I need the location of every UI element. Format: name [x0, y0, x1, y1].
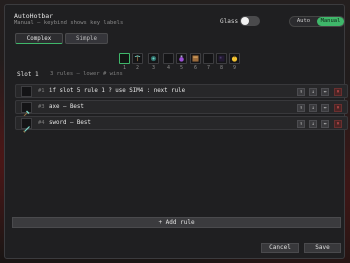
- selected-slot-label: Slot 1: [17, 71, 39, 78]
- move-up-button[interactable]: ↑: [297, 88, 305, 96]
- hotbar-slot-number: 4: [166, 65, 170, 71]
- toggle-knob: [241, 17, 249, 25]
- hotbar-slot-2[interactable]: [132, 53, 143, 64]
- hotbar-slot-5[interactable]: [176, 53, 187, 64]
- delete-rule-button[interactable]: ×: [334, 104, 342, 112]
- cancel-button[interactable]: Cancel: [261, 243, 299, 253]
- rule-row[interactable]: #4 sword — Best ↑ ↓ ↔ ×: [15, 116, 348, 133]
- slot-rule-summary: 3 rules — lower # wins: [50, 71, 123, 77]
- pickaxe-icon: [134, 55, 141, 62]
- rule-index: #3: [38, 104, 45, 110]
- sword-icon: [23, 126, 30, 133]
- move-up-button[interactable]: ↑: [297, 120, 305, 128]
- rule-text: sword — Best: [49, 120, 91, 126]
- hotbar-slot-8[interactable]: [216, 53, 227, 64]
- golden-apple-icon: [231, 55, 238, 62]
- hotbar-slot-4[interactable]: [163, 53, 174, 64]
- hotbar-slot-6[interactable]: [190, 53, 201, 64]
- hotbar-slot-number: 7: [206, 65, 210, 71]
- panel-subtitle: Manual — keybind shows key labels: [14, 20, 124, 26]
- rule-row[interactable]: #1 if slot 5 rule 1 ? use SIM4 : next ru…: [15, 84, 348, 98]
- delete-rule-button[interactable]: ×: [334, 88, 342, 96]
- rule-index: #1: [38, 88, 45, 94]
- tab-simple[interactable]: Simple: [65, 33, 108, 44]
- compass-icon: [150, 55, 157, 62]
- mode-segmented-control: Auto Manual: [289, 16, 345, 27]
- rule-index: #4: [38, 120, 45, 126]
- link-rule-button[interactable]: ↔: [321, 104, 329, 112]
- link-rule-button[interactable]: ↔: [321, 120, 329, 128]
- delete-rule-button[interactable]: ×: [334, 120, 342, 128]
- crafting-table-icon: [192, 55, 199, 62]
- glass-toggle[interactable]: [240, 16, 260, 26]
- hotbar-slot-number: 5: [179, 65, 183, 71]
- move-down-button[interactable]: ↓: [309, 104, 317, 112]
- tab-complex[interactable]: Complex: [15, 33, 63, 44]
- hotbar-slot-number: 2: [135, 65, 139, 71]
- link-rule-button[interactable]: ↔: [321, 88, 329, 96]
- rule-row[interactable]: #3 axe — Best ↑ ↓ ↔ ×: [15, 100, 348, 117]
- mode-manual-button[interactable]: Manual: [317, 17, 344, 26]
- move-down-button[interactable]: ↓: [309, 88, 317, 96]
- rule-item-slot: [21, 102, 32, 117]
- hotbar-slot-number: 8: [219, 65, 223, 71]
- obsidian-icon: [218, 55, 225, 62]
- mode-auto-button[interactable]: Auto: [291, 17, 316, 26]
- hotbar-slot-3[interactable]: [148, 53, 159, 64]
- hotbar-slot-7[interactable]: [203, 53, 214, 64]
- hotbar-slot-1[interactable]: [119, 53, 130, 64]
- hotbar-slot-9[interactable]: [229, 53, 240, 64]
- hotbar-slot-number: 9: [232, 65, 236, 71]
- glass-label: Glass: [220, 18, 239, 25]
- hotbar-slot-number: 6: [193, 65, 197, 71]
- move-up-button[interactable]: ↑: [297, 104, 305, 112]
- rule-item-slot: [21, 86, 32, 97]
- add-rule-button[interactable]: + Add rule: [12, 217, 341, 228]
- rule-item-slot: [21, 118, 32, 133]
- move-down-button[interactable]: ↓: [309, 120, 317, 128]
- rule-text: if slot 5 rule 1 ? use SIM4 : next rule: [49, 88, 186, 94]
- hotbar-slot-number: 3: [151, 65, 155, 71]
- rule-text: axe — Best: [49, 104, 84, 110]
- potion-icon: [179, 55, 184, 62]
- panel-title: AutoHotbar: [14, 12, 54, 20]
- save-button[interactable]: Save: [304, 243, 341, 253]
